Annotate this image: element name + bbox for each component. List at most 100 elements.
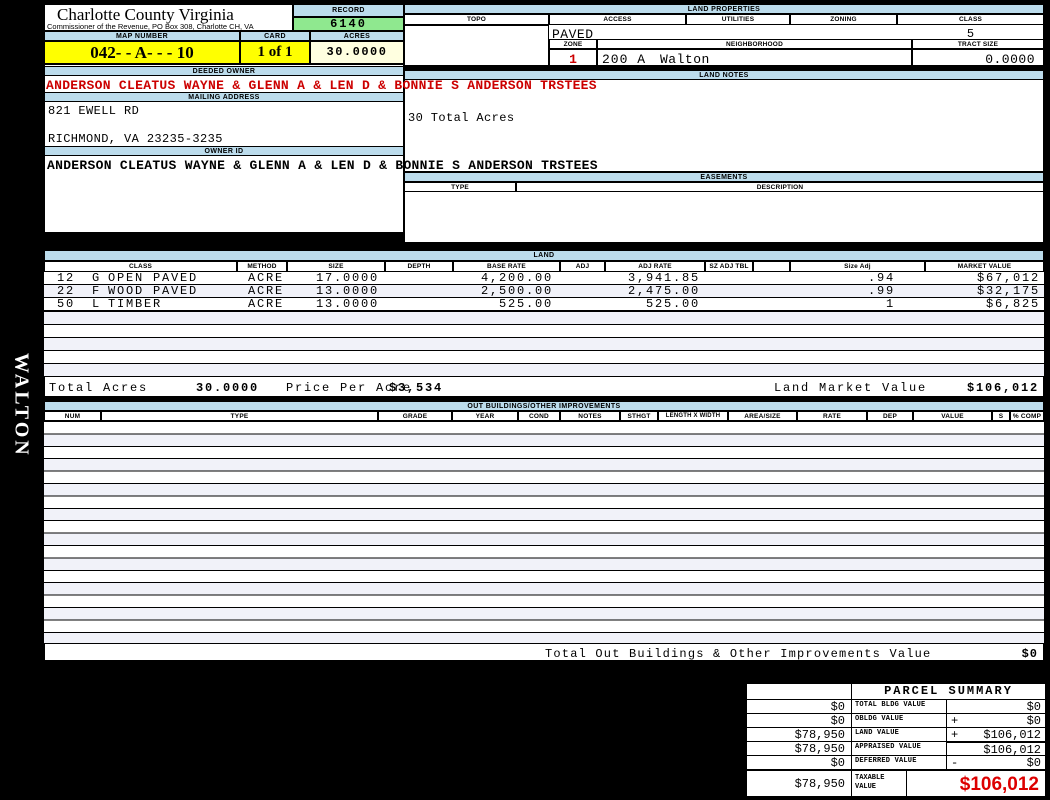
- ps-op: -: [951, 756, 959, 770]
- land-size: 17.0000: [315, 271, 379, 285]
- price-per-acre-value: $3,534: [389, 381, 444, 395]
- ob-col-length-width: LENGTH X WIDTH: [658, 411, 728, 421]
- neighborhood-name: Walton: [660, 52, 710, 67]
- land-market-value-label: Land Market Value: [774, 381, 928, 395]
- map-number-header: MAP NUMBER: [44, 31, 240, 41]
- out-buildings-title: OUT BUILDINGS/OTHER IMPROVEMENTS: [44, 401, 1044, 411]
- address-line2: RICHMOND, VA 23235-3235: [48, 132, 223, 146]
- land-class-name: OPEN PAVED: [108, 271, 199, 285]
- ob-col-pct-comp: % COMP: [1010, 411, 1044, 421]
- ob-col-cond: COND: [518, 411, 560, 421]
- neighborhood-vertical-label: WALTON: [10, 352, 33, 458]
- ps-label-taxable: TAXABLE VALUE: [851, 769, 907, 797]
- tract-size-value: 0.0000: [985, 52, 1035, 67]
- ob-col-s: S: [992, 411, 1010, 421]
- land-size-adj: .94: [867, 271, 895, 285]
- record-header: RECORD: [293, 4, 404, 17]
- col-zoning: ZONING: [790, 14, 897, 25]
- land-class-letter: G: [92, 271, 102, 285]
- ps-val-appraised: $106,012: [946, 741, 1046, 756]
- ps-taxable-value-cell: $106,012: [906, 769, 1046, 797]
- ps-label-land: LAND VALUE: [851, 727, 947, 742]
- land-class-code: 12: [57, 271, 76, 285]
- land-adj-rate: 2,475.00: [627, 284, 700, 298]
- ps-value: $0: [1026, 756, 1041, 770]
- land-method: ACRE: [248, 284, 285, 298]
- land-col-sz-adj-tbl: SZ ADJ TBL: [705, 261, 753, 272]
- ob-col-sthgt: STHGT: [620, 411, 658, 421]
- land-class-name: WOOD PAVED: [108, 284, 199, 298]
- ps-val-total-bldg: $0: [946, 699, 1046, 714]
- col-topo: TOPO: [404, 14, 549, 25]
- out-buildings-total-row: Total Out Buildings & Other Improvements…: [44, 643, 1044, 661]
- ps-val-deferred: - $0: [946, 755, 1046, 770]
- land-properties-title: LAND PROPERTIES: [404, 4, 1044, 14]
- tract-size-header: TRACT SIZE: [912, 39, 1044, 49]
- land-class-letter: F: [92, 284, 102, 298]
- parcel-summary-title: PARCEL SUMMARY: [851, 683, 1046, 700]
- land-col-adj: ADJ: [560, 261, 605, 272]
- land-market-value: $67,012: [976, 271, 1040, 285]
- tract-size-cell: 0.0000: [912, 49, 1044, 67]
- ps-label-deferred: DEFERRED VALUE: [851, 755, 947, 770]
- land-method: ACRE: [248, 271, 285, 285]
- col-class: CLASS: [897, 14, 1044, 25]
- county-title-box: Charlotte County Virginia Commissioner o…: [44, 4, 293, 31]
- land-col-blank: [753, 261, 790, 272]
- land-col-depth: DEPTH: [385, 261, 453, 272]
- easement-col-description: DESCRIPTION: [516, 182, 1044, 192]
- land-title: LAND: [44, 250, 1044, 261]
- ob-col-area-size: AREA/SIZE: [728, 411, 797, 421]
- land-adj-rate: 3,941.85: [627, 271, 700, 285]
- owner-id-header: OWNER ID: [44, 146, 404, 156]
- ps-op: +: [951, 728, 959, 742]
- land-class-name: TIMBER: [108, 297, 163, 311]
- land-method: ACRE: [248, 297, 285, 311]
- land-totals-row: Total Acres 30.0000 Price Per Acre $3,53…: [44, 376, 1044, 397]
- county-subtitle: Commissioner of the Revenue, PO Box 308,…: [47, 22, 254, 31]
- ob-col-num: NUM: [44, 411, 101, 421]
- ps-val-obldg: + $0: [946, 713, 1046, 728]
- land-base-rate: 2,500.00: [480, 284, 553, 298]
- ps-prev-land: $78,950: [746, 727, 852, 742]
- parcel-summary: PARCEL SUMMARY $0 TOTAL BLDG VALUE $0 $0…: [745, 682, 1046, 797]
- ps-prev-taxable: $78,950: [746, 769, 852, 797]
- land-notes-text: 30 Total Acres: [408, 111, 515, 125]
- land-adj-rate: 525.00: [645, 297, 700, 311]
- ps-prev-total-bldg: $0: [746, 699, 852, 714]
- neighborhood-header: NEIGHBORHOOD: [597, 39, 912, 49]
- card-header: CARD: [240, 31, 310, 41]
- land-market-value-total: $106,012: [966, 381, 1039, 395]
- deeded-owner-header: DEEDED OWNER: [44, 66, 404, 76]
- acres-header: ACRES: [310, 31, 404, 41]
- map-number-value: 042- - A- - - 10: [44, 41, 240, 64]
- ps-prev-obldg: $0: [746, 713, 852, 728]
- ob-col-year: YEAR: [452, 411, 518, 421]
- ob-col-rate: RATE: [797, 411, 867, 421]
- ob-col-dep: DEP: [867, 411, 913, 421]
- ps-value: $106,012: [983, 728, 1041, 742]
- neighborhood-cell: 200 A Walton: [597, 49, 912, 67]
- land-empty-rows: [44, 311, 1044, 376]
- ps-label-total-bldg: TOTAL BLDG VALUE: [851, 699, 947, 714]
- out-buildings-total-label: Total Out Buildings & Other Improvements…: [545, 647, 932, 661]
- topo-cell: [404, 25, 549, 66]
- ps-label-appraised: APPRAISED VALUE: [851, 741, 947, 756]
- total-acres-label: Total Acres: [49, 381, 149, 395]
- total-acres-value: 30.0000: [196, 381, 260, 395]
- ps-value: $0: [1026, 700, 1041, 714]
- zone-header: ZONE: [549, 39, 597, 49]
- land-class-code: 22: [57, 284, 76, 298]
- ps-prev-deferred: $0: [746, 755, 852, 770]
- col-utilities: UTILITIES: [686, 14, 790, 25]
- ob-col-type: TYPE: [101, 411, 378, 421]
- neighborhood-code: 200 A: [602, 52, 647, 67]
- property-record-card: WALTON Charlotte County Virginia Commiss…: [0, 0, 1050, 800]
- mailing-address-header: MAILING ADDRESS: [44, 92, 404, 102]
- ps-op: +: [951, 714, 959, 728]
- land-base-rate: 525.00: [498, 297, 553, 311]
- ps-val-land: + $106,012: [946, 727, 1046, 742]
- taxable-value: $106,012: [959, 774, 1039, 795]
- easements-panel: EASEMENTS TYPE DESCRIPTION: [404, 172, 1044, 243]
- land-class-letter: L: [92, 297, 102, 311]
